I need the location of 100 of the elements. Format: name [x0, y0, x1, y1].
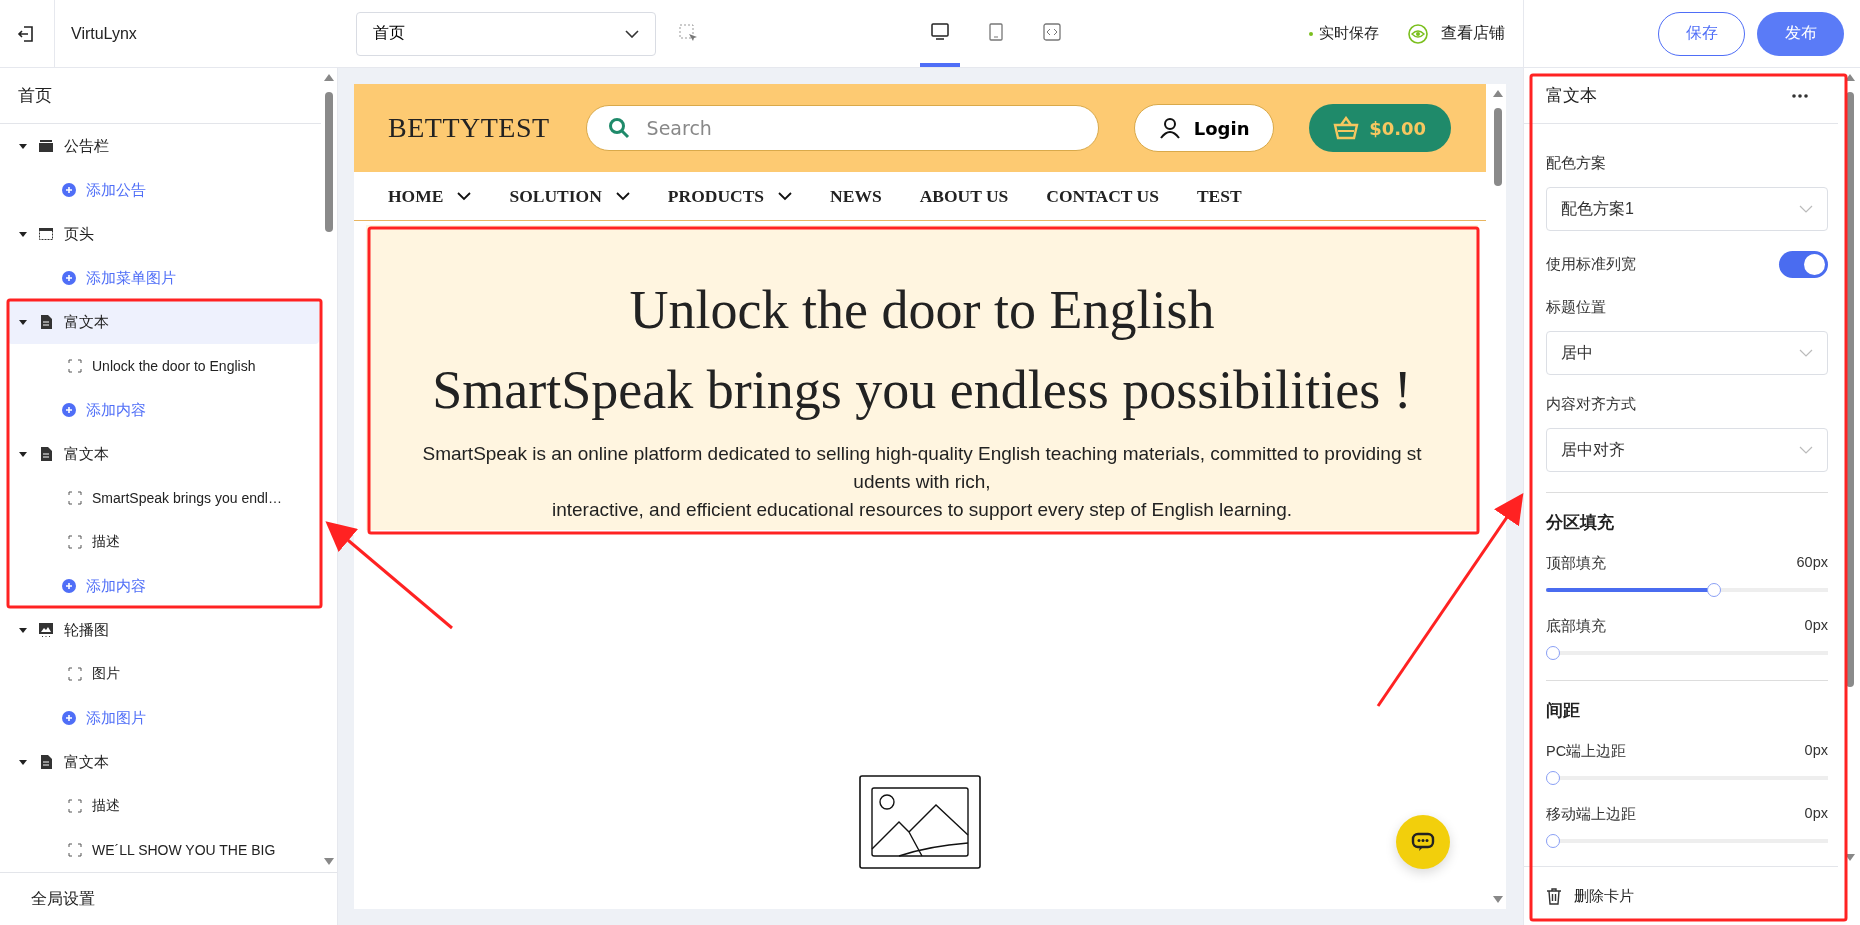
caret-icon[interactable]: [18, 625, 28, 635]
nav-link[interactable]: CONTACT US: [1046, 185, 1159, 207]
slider-thumb[interactable]: [1546, 834, 1560, 848]
nav-link[interactable]: SOLUTION: [509, 185, 630, 207]
code-brackets-icon: [1043, 22, 1061, 41]
search-field[interactable]: Search: [585, 105, 1099, 151]
chat-icon: [1410, 831, 1436, 853]
view-store-link[interactable]: 查看店铺: [1441, 23, 1505, 44]
field-label: 底部填充: [1546, 617, 1606, 636]
nav-link[interactable]: PRODUCTS: [667, 185, 793, 207]
tree-item[interactable]: SmartSpeak brings you endl…: [8, 476, 319, 520]
nav-link[interactable]: ABOUT US: [919, 185, 1009, 207]
add-link[interactable]: 添加公告: [8, 168, 319, 212]
image-icon: [38, 622, 54, 638]
caret-icon[interactable]: [18, 449, 28, 459]
hero-description: SmartSpeak is an online platform dedicated to selling high-quality English teaching materials, committed to providing st udents with rich, interactive, and efficient educational resources to support every step of English learning.: [421, 442, 1423, 522]
chevron-icon: [625, 29, 639, 38]
delete-card-button[interactable]: 删除卡片: [1524, 866, 1838, 925]
autosave-status: 实时保存: [1309, 24, 1379, 43]
tree-item[interactable]: 图片: [8, 652, 319, 696]
field-label: 配色方案: [1546, 154, 1607, 173]
slider-thumb[interactable]: [1706, 583, 1721, 597]
nav-link[interactable]: NEWS: [830, 185, 882, 207]
add-link[interactable]: 添加菜单图片: [8, 256, 319, 300]
field-label: 使用标准列宽: [1546, 255, 1636, 274]
corners-icon: [68, 359, 82, 373]
app-name: VirtuLynx: [54, 0, 137, 67]
scrollbar[interactable]: [1492, 90, 1504, 903]
document-icon: [38, 446, 54, 462]
dropdown-field[interactable]: 居中对齐: [1546, 428, 1828, 472]
slider-value: 0px: [1804, 742, 1828, 760]
chevron-icon: [1799, 349, 1813, 357]
slider-value: 0px: [1804, 617, 1828, 635]
plus-icon: [62, 271, 76, 285]
page-select[interactable]: 首页: [356, 11, 656, 56]
chevron-icon: [457, 191, 472, 201]
trash-icon: [1546, 887, 1562, 905]
tree-item[interactable]: WE´LL SHOW YOU THE BIG: [8, 828, 319, 872]
chevron-icon: [615, 191, 630, 201]
plus-icon: [62, 579, 76, 593]
exit-icon[interactable]: [16, 23, 36, 44]
dropdown-field[interactable]: 居中: [1546, 331, 1828, 375]
image-placeholder-icon: [859, 775, 981, 869]
tree-section[interactable]: 页头: [8, 212, 319, 256]
field-label: 内容对齐方式: [1546, 395, 1637, 414]
add-link[interactable]: 添加内容: [8, 388, 319, 432]
plus-icon: [62, 711, 76, 725]
more-icon[interactable]: [1792, 93, 1808, 98]
chevron-icon: [778, 191, 793, 201]
add-link[interactable]: 添加内容: [8, 564, 319, 608]
caret-icon[interactable]: [18, 141, 28, 151]
login-button[interactable]: Login: [1133, 104, 1274, 152]
section-heading: 分区填充: [1546, 512, 1615, 534]
window-icon: [38, 226, 54, 242]
global-settings[interactable]: 全局设置: [0, 872, 337, 925]
tree-item[interactable]: 描述: [8, 520, 319, 564]
plus-icon: [62, 183, 76, 197]
user-icon: [1157, 116, 1182, 140]
plus-icon: [62, 403, 76, 417]
chevron-icon: [1799, 446, 1813, 454]
tree-item[interactable]: Unlock the door to English: [8, 344, 319, 388]
tree-section[interactable]: 富文本: [8, 300, 319, 344]
tree-item[interactable]: 描述: [8, 784, 319, 828]
chevron-icon: [1799, 205, 1813, 213]
scrollbar[interactable]: [323, 74, 335, 865]
field-label: 顶部填充: [1546, 554, 1606, 573]
slider-value: 60px: [1796, 554, 1828, 572]
corners-icon: [68, 535, 82, 549]
save-button[interactable]: 保存: [1658, 11, 1745, 56]
tablet-icon: [988, 22, 1004, 41]
tree-section[interactable]: 富文本: [8, 740, 319, 784]
dropdown-field[interactable]: 配色方案1: [1546, 187, 1828, 231]
site-logo: BETTYTEST: [388, 112, 550, 144]
corners-icon: [68, 843, 82, 857]
caret-icon[interactable]: [18, 229, 28, 239]
field-label: 标题位置: [1546, 298, 1607, 317]
section-heading: 间距: [1546, 700, 1581, 722]
slider-thumb[interactable]: [1546, 646, 1560, 660]
document-icon: [38, 754, 54, 770]
toggle-switch[interactable]: [1779, 251, 1828, 278]
chat-button[interactable]: [1396, 815, 1450, 869]
hero-title: Unlock the door to English SmartSpeak brings you endless possibilities !: [432, 279, 1412, 422]
tree-section[interactable]: 轮播图: [8, 608, 319, 652]
eye-icon[interactable]: [1407, 22, 1429, 45]
field-label: PC端上边距: [1546, 742, 1627, 761]
corners-icon: [68, 667, 82, 681]
caret-icon[interactable]: [18, 317, 28, 327]
monitor-icon: [930, 22, 950, 41]
nav-link[interactable]: HOME: [388, 185, 472, 207]
tree-section[interactable]: 公告栏: [8, 124, 319, 168]
basket-icon: [1333, 116, 1360, 140]
publish-button[interactable]: 发布: [1757, 11, 1844, 56]
add-link[interactable]: 添加图片: [8, 696, 319, 740]
tray-icon: [38, 138, 54, 154]
nav-link[interactable]: TEST: [1196, 185, 1242, 207]
tree-section[interactable]: 富文本: [8, 432, 319, 476]
field-label: 移动端上边距: [1546, 805, 1636, 824]
caret-icon[interactable]: [18, 757, 28, 767]
slider-value: 0px: [1804, 805, 1828, 823]
slider-thumb[interactable]: [1546, 771, 1560, 785]
